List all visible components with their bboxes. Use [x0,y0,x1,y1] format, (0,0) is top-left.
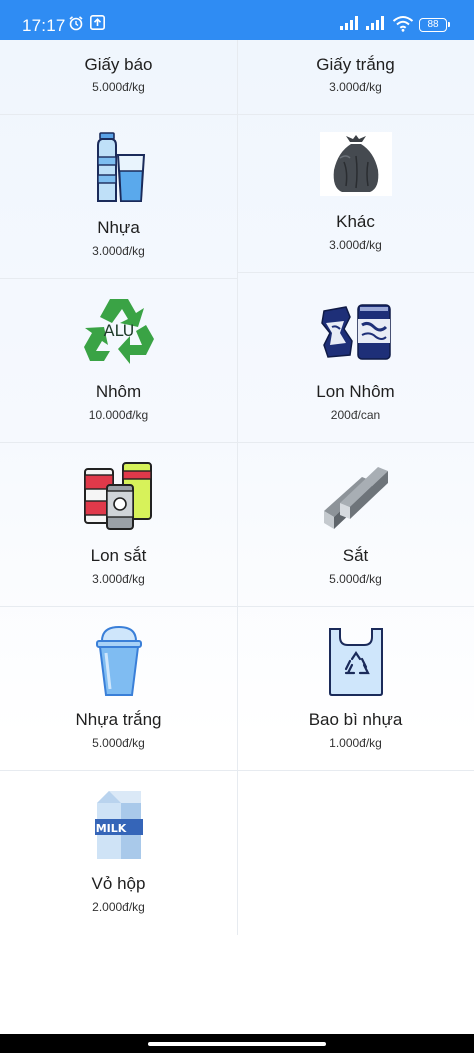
material-price-grid: Giấy báo 5.000đ/kg Giấy trắng 3.000đ/kg … [0,40,474,1034]
material-name: Sắt [342,546,369,565]
material-item-sat[interactable]: Sắt 5.000đ/kg [237,443,474,607]
material-name: Lon sắt [90,546,147,565]
material-item-vo-hop[interactable]: MILK Vỏ hộp 2.000đ/kg [0,771,237,935]
battery-indicator: 88 [419,18,450,32]
plastic-cup-icon [94,625,144,702]
status-bar: 17:17 88 [0,0,474,40]
status-time: 17:17 [22,16,66,35]
material-name: Khác [336,212,375,231]
aluminium-can-icon [318,303,394,366]
milk-icon-label: MILK [95,822,126,835]
material-name: Vỏ hộp [91,874,146,893]
material-price: 2.000đ/kg [92,900,145,914]
material-price: 3.000đ/kg [329,80,382,94]
material-item-giay-trang[interactable]: Giấy trắng 3.000đ/kg [237,40,474,115]
plastic-bag-icon [326,625,386,702]
material-name: Giấy trắng [316,55,395,74]
iron-can-icon [83,461,155,536]
material-price: 3.000đ/kg [92,572,145,586]
signal-strength-icon [339,15,361,36]
material-item-nhua[interactable]: Nhựa 3.000đ/kg [0,115,237,279]
plastic-bottle-icon [88,131,150,210]
material-name: Bao bì nhựa [308,710,403,729]
material-item-lon-nhom[interactable]: Lon Nhôm 200đ/can [237,273,474,443]
wifi-icon [392,15,414,37]
material-item-bao-bi-nhua[interactable]: Bao bì nhựa 1.000đ/kg [237,607,474,771]
material-name: Nhựa [97,218,140,237]
material-name: Nhôm [95,382,142,401]
material-price: 1.000đ/kg [329,736,382,750]
home-gesture-handle[interactable] [148,1042,326,1046]
material-item-nhua-trang[interactable]: Nhựa trắng 5.000đ/kg [0,607,237,771]
material-name: Lon Nhôm [316,382,395,401]
material-price: 3.000đ/kg [92,244,145,258]
alu-icon-label: ALU [103,321,134,340]
milk-carton-icon: MILK [91,789,147,866]
upload-notification-icon [90,15,105,35]
alarm-clock-icon [68,15,84,36]
material-price: 10.000đ/kg [88,408,149,422]
steel-beam-icon [320,461,392,536]
garbage-bag-icon [319,132,392,201]
material-item-nhom[interactable]: ALU Nhôm 10.000đ/kg [0,279,237,443]
material-price: 5.000đ/kg [92,736,145,750]
signal-strength-2-icon [365,15,387,36]
aluminium-recycle-icon: ALU [82,295,156,372]
material-price: 200đ/can [330,408,381,422]
material-price: 3.000đ/kg [329,238,382,252]
material-item-khac[interactable]: Khác 3.000đ/kg [237,115,474,273]
material-name: Giấy báo [84,55,153,74]
system-navigation-bar [0,1034,474,1053]
material-price: 5.000đ/kg [92,80,145,94]
material-name: Nhựa trắng [75,710,162,729]
material-price: 5.000đ/kg [329,572,382,586]
material-item-lon-sat[interactable]: Lon sắt 3.000đ/kg [0,443,237,607]
material-item-giay-bao[interactable]: Giấy báo 5.000đ/kg [0,40,237,115]
